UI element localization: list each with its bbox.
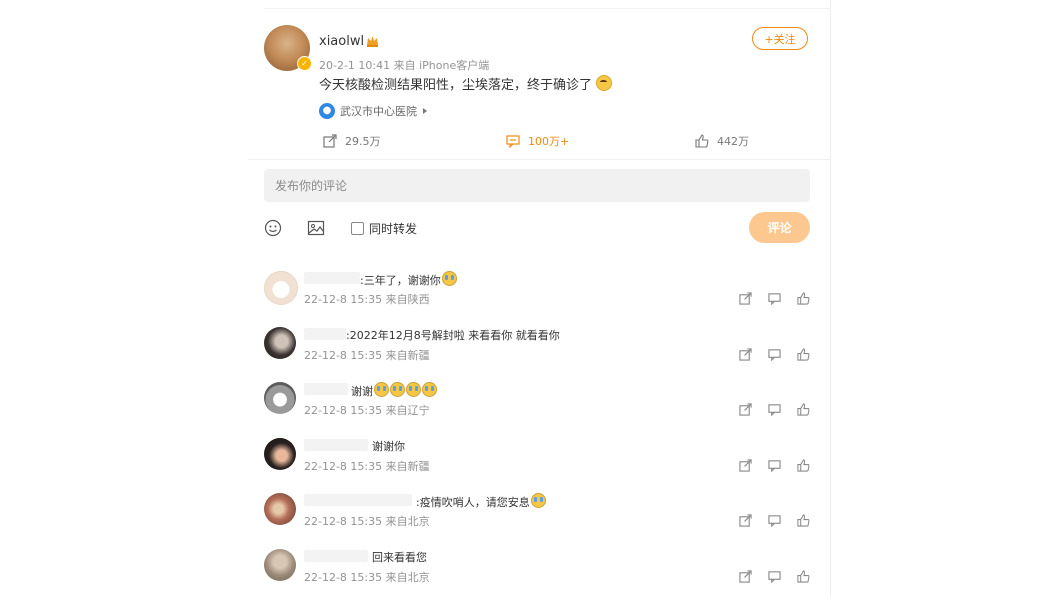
comment-meta: 22-12-8 15:35 来自北京 [304, 571, 430, 584]
comment-meta: 22-12-8 15:35 来自北京 [304, 515, 430, 528]
emoji-icon[interactable] [264, 219, 282, 237]
comment-text-content: 谢谢你 [372, 440, 405, 453]
author-avatar[interactable]: ✓ [264, 25, 312, 71]
repost-icon[interactable] [739, 459, 752, 472]
reply-icon[interactable] [768, 348, 781, 361]
repost-icon[interactable] [739, 514, 752, 527]
comment-meta: 22-12-8 15:35 来自辽宁 [304, 404, 430, 417]
reply-icon[interactable] [768, 403, 781, 416]
comment-meta: 22-12-8 15:35 来自新疆 [304, 349, 430, 362]
like-icon[interactable] [797, 348, 810, 361]
post-text: 今天核酸检测结果阳性，尘埃落定，终于确诊了 [319, 78, 593, 93]
like-icon[interactable] [797, 292, 810, 305]
crying-emoji-icon [422, 382, 437, 397]
reply-icon[interactable] [768, 514, 781, 527]
comment-text: 谢谢你 [372, 438, 405, 454]
commenter-avatar[interactable] [264, 549, 296, 581]
crown-icon [367, 36, 378, 47]
commenter-avatar[interactable] [264, 438, 296, 470]
comment-meta: 22-12-8 15:35 来自陕西 [304, 293, 430, 306]
comment-item: :2022年12月8号解封啦 来看看你 就看看你 22-12-8 15:35 来… [248, 324, 830, 379]
reply-icon[interactable] [768, 292, 781, 305]
comment-count: 100万+ [528, 135, 570, 148]
reply-icon[interactable] [768, 459, 781, 472]
commenter-avatar[interactable] [264, 493, 296, 525]
submit-comment-button[interactable]: 评论 [749, 212, 810, 243]
location-label: 武汉市中心医院 [340, 105, 417, 118]
image-icon[interactable] [307, 219, 325, 237]
repost-count: 29.5万 [345, 135, 381, 148]
commenter-avatar[interactable] [264, 327, 296, 359]
commenter-name-redacted[interactable] [304, 383, 348, 395]
repost-icon[interactable] [739, 403, 752, 416]
like-action[interactable]: 442万 [695, 133, 749, 149]
commenter-avatar[interactable] [264, 382, 296, 414]
follow-button[interactable]: +关注 [752, 27, 808, 50]
comment-item: :疫情吹哨人，请您安息 22-12-8 15:35 来自北京 [248, 490, 830, 545]
commenter-name-redacted[interactable] [304, 328, 346, 340]
chevron-right-icon [423, 108, 427, 114]
location-tag[interactable]: ● 武汉市中心医院 [319, 101, 427, 121]
commenter-avatar[interactable] [264, 271, 298, 305]
repost-checkbox[interactable]: 同时转发 [351, 220, 417, 237]
like-icon[interactable] [797, 459, 810, 472]
crying-emoji-icon [406, 382, 421, 397]
repost-action[interactable]: 29.5万 [323, 133, 381, 149]
reply-icon[interactable] [768, 570, 781, 583]
comment-text-content: :三年了，谢谢你 [360, 274, 441, 287]
comment-text: :疫情吹哨人，请您安息 [416, 493, 546, 510]
top-divider [264, 8, 830, 9]
crying-emoji-icon [374, 382, 389, 397]
comment-text: :2022年12月8号解封啦 来看看你 就看看你 [346, 327, 560, 343]
comment-item: 回来看看您 22-12-8 15:35 来自北京 [248, 546, 830, 601]
verified-badge-icon: ✓ [297, 56, 312, 71]
checkbox-box[interactable] [351, 222, 364, 235]
post-body: 今天核酸检测结果阳性，尘埃落定，终于确诊了 [319, 74, 613, 93]
commenter-name-redacted[interactable] [304, 550, 368, 562]
comment-text-content: :2022年12月8号解封啦 来看看你 就看看你 [346, 329, 560, 342]
author-username[interactable]: xiaolwl [319, 34, 364, 49]
comment-text: 回来看看您 [372, 549, 427, 565]
comment-item: 谢谢你 22-12-8 15:35 来自新疆 [248, 435, 830, 490]
like-icon[interactable] [797, 514, 810, 527]
comment-action[interactable]: 100万+ [506, 133, 569, 149]
crying-emoji-icon [441, 271, 457, 286]
comment-item: 谢谢 22-12-8 15:35 来自辽宁 [248, 379, 830, 434]
commenter-name-redacted[interactable] [304, 439, 368, 451]
like-icon[interactable] [797, 403, 810, 416]
repost-icon [323, 134, 337, 148]
comment-text: :三年了，谢谢你 [360, 271, 457, 288]
like-icon[interactable] [797, 570, 810, 583]
comment-text-content: 回来看看您 [372, 551, 427, 564]
repost-checkbox-label: 同时转发 [369, 222, 418, 236]
repost-icon[interactable] [739, 570, 752, 583]
crying-emoji-icon [390, 382, 405, 397]
comment-text-content: 谢谢 [351, 385, 373, 398]
comment-icon [506, 135, 520, 148]
crying-emoji-icon [596, 75, 613, 91]
weibo-post-panel: ✓ xiaolwl +关注 20-2-1 10:41 来自 iPhone客户端 … [248, 0, 831, 596]
crying-emoji-icon [530, 493, 546, 508]
comment-text-content: :疫情吹哨人，请您安息 [416, 496, 530, 509]
location-pin-icon: ● [319, 103, 335, 119]
commenter-name-redacted[interactable] [304, 272, 360, 284]
comment-item: :三年了，谢谢你 22-12-8 15:35 来自陕西 [248, 268, 830, 323]
repost-icon[interactable] [739, 348, 752, 361]
comment-input[interactable] [264, 169, 810, 202]
like-count: 442万 [717, 135, 749, 148]
comment-meta: 22-12-8 15:35 来自新疆 [304, 460, 430, 473]
repost-icon[interactable] [739, 292, 752, 305]
section-divider [248, 159, 830, 160]
post-meta: 20-2-1 10:41 来自 iPhone客户端 [319, 59, 490, 72]
comment-text: 谢谢 [351, 382, 437, 399]
commenter-name-redacted[interactable] [304, 494, 412, 506]
like-icon [695, 134, 709, 148]
